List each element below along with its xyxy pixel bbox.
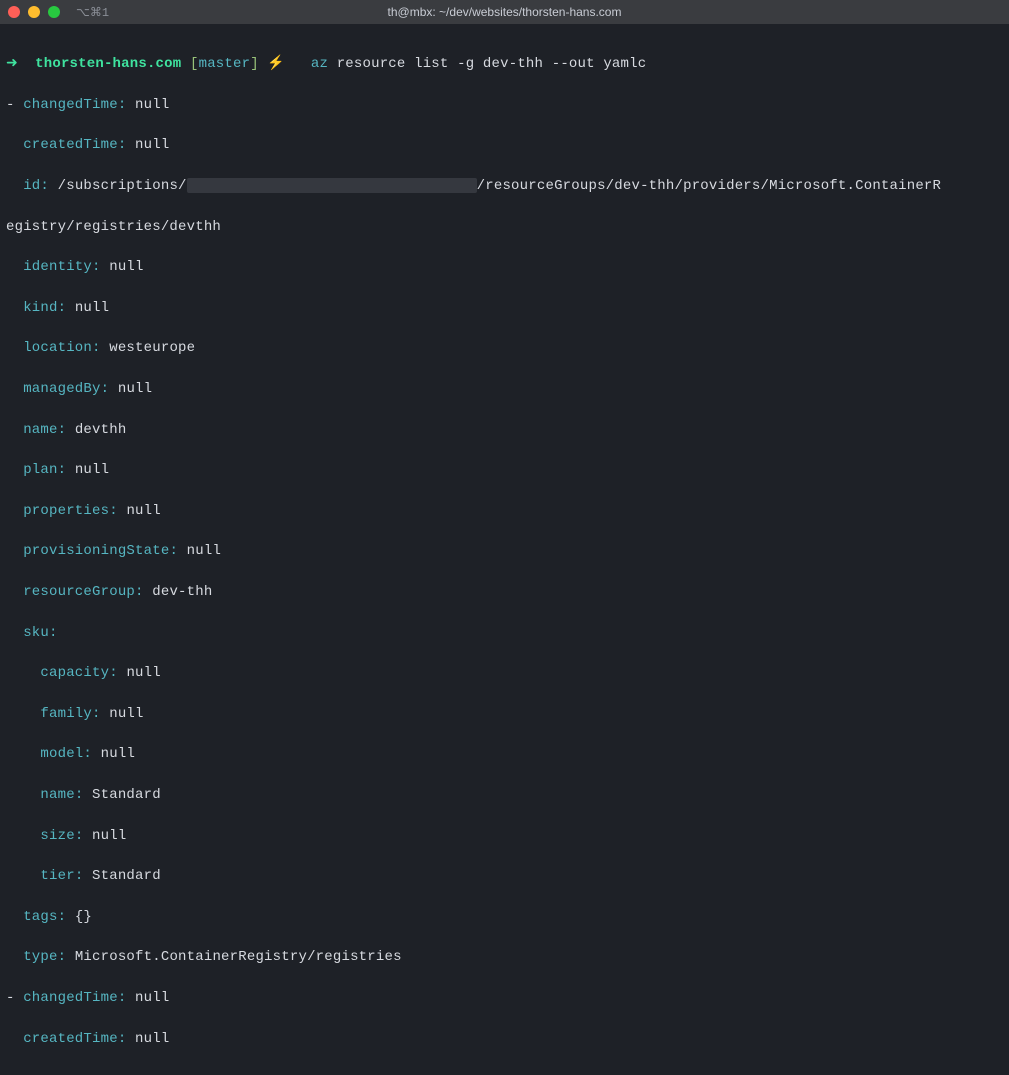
yaml-value: null xyxy=(135,1031,169,1047)
yaml-key: changedTime xyxy=(23,97,118,113)
yaml-value: null xyxy=(135,137,169,153)
yaml-value: null xyxy=(126,503,160,519)
branch-open: [ xyxy=(190,56,199,72)
prompt-arrow-icon: ➜ xyxy=(6,56,18,72)
yaml-row: identity: null xyxy=(6,257,1003,277)
yaml-row: location: westeurope xyxy=(6,338,1003,358)
titlebar: ⌥⌘1 th@mbx: ~/dev/websites/thorsten-hans… xyxy=(0,0,1009,24)
yaml-value: devthh xyxy=(75,422,127,438)
close-window-button[interactable] xyxy=(8,6,20,18)
yaml-key: type xyxy=(23,949,57,965)
yaml-key: sku xyxy=(23,625,49,641)
yaml-value: null xyxy=(187,543,221,559)
yaml-key: size xyxy=(40,828,74,844)
yaml-key: properties xyxy=(23,503,109,519)
yaml-row: capacity: null xyxy=(6,663,1003,683)
yaml-value: null xyxy=(75,300,109,316)
yaml-key: id xyxy=(23,178,40,194)
yaml-row: managedBy: null xyxy=(6,379,1003,399)
yaml-row: tags: {} xyxy=(6,907,1003,927)
yaml-key: tags xyxy=(23,909,57,925)
yaml-key: tier xyxy=(40,868,74,884)
yaml-value: Standard xyxy=(92,787,161,803)
yaml-value: egistry/registries/devthh xyxy=(6,219,221,235)
terminal-output[interactable]: ➜ thorsten-hans.com [master] ⚡ az resour… xyxy=(0,24,1009,1075)
yaml-key: managedBy xyxy=(23,381,100,397)
yaml-key: identity xyxy=(23,259,92,275)
yaml-row: family: null xyxy=(6,704,1003,724)
yaml-key: resourceGroup xyxy=(23,584,135,600)
yaml-row: name: devthh xyxy=(6,420,1003,440)
yaml-value: /resourceGroups/dev-thh/providers/Micros… xyxy=(477,178,941,194)
yaml-row: - changedTime: null xyxy=(6,988,1003,1008)
yaml-row: size: null xyxy=(6,826,1003,846)
maximize-window-button[interactable] xyxy=(48,6,60,18)
yaml-value: null xyxy=(92,828,126,844)
yaml-value: null xyxy=(109,706,143,722)
yaml-row: name: Standard xyxy=(6,785,1003,805)
yaml-value: null xyxy=(75,462,109,478)
yaml-row: createdTime: null xyxy=(6,1029,1003,1049)
yaml-value: Standard xyxy=(92,868,161,884)
yaml-key: createdTime xyxy=(23,1031,118,1047)
yaml-key: name xyxy=(40,787,74,803)
yaml-value: {} xyxy=(75,909,92,925)
yaml-key: name xyxy=(23,422,57,438)
yaml-value: null xyxy=(118,381,152,397)
branch-close: ] xyxy=(250,56,259,72)
yaml-value: /subscriptions/ xyxy=(58,178,187,194)
yaml-value: westeurope xyxy=(109,340,195,356)
tab-indicator: ⌥⌘1 xyxy=(76,5,109,20)
yaml-row: model: null xyxy=(6,744,1003,764)
window-title: th@mbx: ~/dev/websites/thorsten-hans.com xyxy=(388,5,622,19)
yaml-key: kind xyxy=(23,300,57,316)
yaml-row-wrap: egistry/registries/devthh xyxy=(6,217,1003,237)
yaml-key: location xyxy=(23,340,92,356)
lightning-icon: ⚡ xyxy=(267,56,285,72)
git-branch: master xyxy=(199,56,251,72)
yaml-row: type: Microsoft.ContainerRegistry/regist… xyxy=(6,947,1003,967)
yaml-row: id: /subscriptions//resourceGroups/dev-t… xyxy=(6,176,1003,196)
yaml-key: capacity xyxy=(40,665,109,681)
yaml-row: plan: null xyxy=(6,460,1003,480)
prompt-host: thorsten-hans.com xyxy=(35,56,181,72)
traffic-lights xyxy=(8,6,60,18)
yaml-value: null xyxy=(109,259,143,275)
yaml-row: resourceGroup: dev-thh xyxy=(6,582,1003,602)
command-args: resource list -g dev-thh --out yamlc xyxy=(337,56,647,72)
yaml-value: null xyxy=(101,746,135,762)
yaml-value: null xyxy=(135,97,169,113)
yaml-key: createdTime xyxy=(23,137,118,153)
yaml-key: provisioningState xyxy=(23,543,169,559)
redacted-subscription-id xyxy=(187,178,477,193)
yaml-row: tier: Standard xyxy=(6,866,1003,886)
prompt-line: ➜ thorsten-hans.com [master] ⚡ az resour… xyxy=(6,54,1003,74)
yaml-value: Microsoft.ContainerRegistry/registries xyxy=(75,949,402,965)
command-binary: az xyxy=(311,56,328,72)
yaml-row: - changedTime: null xyxy=(6,95,1003,115)
yaml-value: null xyxy=(126,665,160,681)
yaml-row: kind: null xyxy=(6,298,1003,318)
minimize-window-button[interactable] xyxy=(28,6,40,18)
yaml-row: properties: null xyxy=(6,501,1003,521)
yaml-key: model xyxy=(40,746,83,762)
yaml-row: sku: xyxy=(6,623,1003,643)
yaml-key: plan xyxy=(23,462,57,478)
yaml-value: dev-thh xyxy=(152,584,212,600)
yaml-value: null xyxy=(135,990,169,1006)
yaml-key: family xyxy=(40,706,92,722)
yaml-row: provisioningState: null xyxy=(6,541,1003,561)
yaml-key: changedTime xyxy=(23,990,118,1006)
yaml-row: createdTime: null xyxy=(6,135,1003,155)
